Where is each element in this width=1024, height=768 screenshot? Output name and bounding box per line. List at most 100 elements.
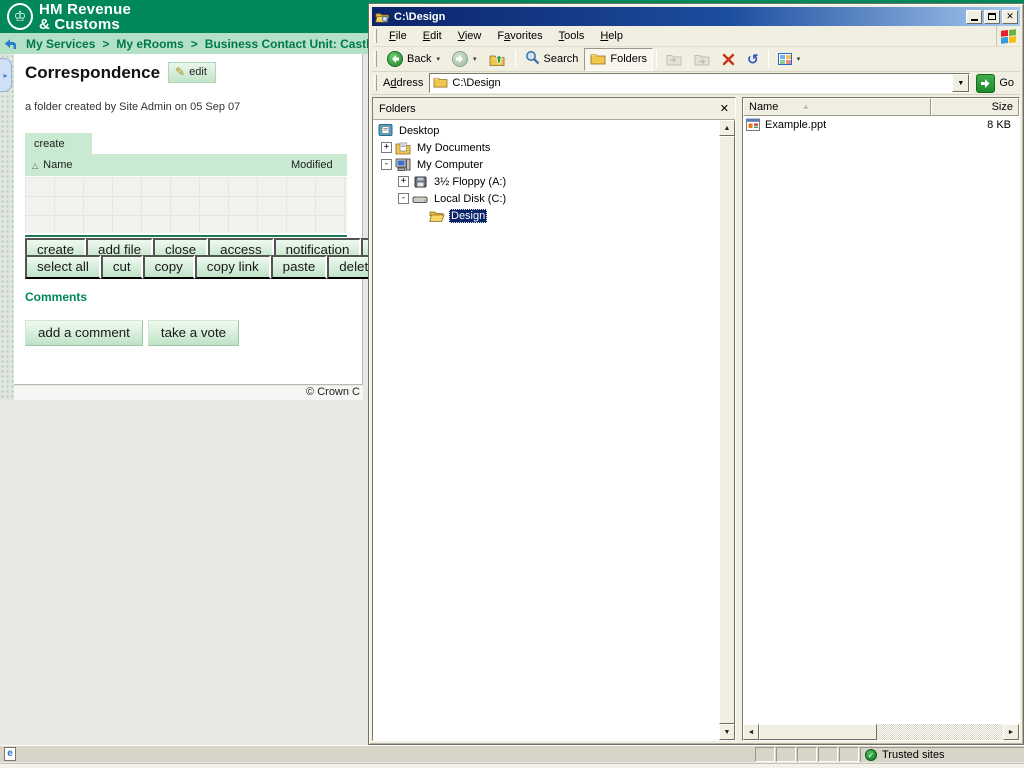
copy-button[interactable]: copy [143,255,195,279]
explorer-menubar: File Edit View Favorites Tools Help [372,26,1020,47]
tree-item-label: My Documents [415,141,492,155]
scroll-up-icon[interactable]: ▲ [719,120,735,136]
copy-link-button[interactable]: copy link [195,255,271,279]
move-to-icon [666,52,682,66]
menu-tools[interactable]: Tools [551,28,593,45]
sort-triangle-icon[interactable]: △ [32,161,38,170]
scrollbar-thumb[interactable] [719,136,735,724]
breadcrumb-item-business-contact-unit[interactable]: Business Contact Unit: Castleroy [205,37,395,51]
folders-pane: Folders ✕ Desktop + My Documents - [372,97,736,741]
scroll-right-icon[interactable]: ► [1003,724,1019,740]
folder-description: a folder created by Site Admin on 05 Sep… [25,101,240,113]
open-folder-icon [429,208,445,224]
tree-item-design[interactable]: Design [373,207,719,224]
tree-item-label: Desktop [397,124,441,138]
search-button[interactable]: Search [519,47,585,71]
folders-button[interactable]: Folders [584,48,653,71]
go-label[interactable]: Go [999,77,1014,89]
breadcrumb-separator: > [102,37,109,51]
cut-button[interactable]: cut [101,255,143,279]
tree-item-my-documents[interactable]: + My Documents [373,139,719,156]
eroom-file-list-empty [25,177,347,233]
search-icon [525,50,540,68]
folders-pane-close-icon[interactable]: ✕ [720,102,729,115]
menubar-grip[interactable] [374,29,377,43]
tree-item-desktop[interactable]: Desktop [373,122,719,139]
page-title: Correspondence [25,63,160,83]
forward-dropdown-icon[interactable]: ▾ [473,55,477,63]
statusbar-cell [839,747,859,762]
tree-item-label: Local Disk (C:) [432,192,508,206]
copy-to-icon [694,52,710,66]
views-button[interactable]: ▾ [772,50,807,68]
sidebar-expand-tab[interactable]: ▸ [0,58,12,92]
move-to-button[interactable] [660,49,688,69]
crown-copyright: © Crown C [14,386,363,400]
paste-button[interactable]: paste [271,255,328,279]
create-tab[interactable]: create [25,133,92,154]
undo-button[interactable]: ↺ [741,49,765,69]
scrollbar-thumb[interactable] [759,724,877,740]
tree-expander-plus[interactable]: + [398,176,409,187]
folders-pane-header: Folders ✕ [373,98,735,120]
tree-item-local-disk-c[interactable]: - Local Disk (C:) [373,190,719,207]
folders-pane-title: Folders [379,103,720,115]
tree-expander-minus[interactable]: - [381,159,392,170]
close-window-button[interactable]: ✕ [1002,10,1018,24]
toolbar-grip[interactable] [374,51,377,68]
add-comment-button[interactable]: add a comment [25,320,143,346]
take-vote-button[interactable]: take a vote [148,320,239,346]
minimize-button[interactable] [966,10,982,24]
address-dropdown-button[interactable]: ▼ [952,74,969,92]
taskbar-edge [0,763,1024,768]
menu-edit[interactable]: Edit [415,28,450,45]
tree-expander-minus[interactable]: - [398,193,409,204]
tree-item-label: 3½ Floppy (A:) [432,175,508,189]
folders-vertical-scrollbar[interactable]: ▲ ▼ [719,120,735,740]
file-size: 8 KB [931,119,1019,131]
menu-view[interactable]: View [450,28,490,45]
back-dropdown-icon[interactable]: ▾ [436,55,440,63]
powerpoint-file-icon [746,118,761,132]
my-computer-icon [395,157,411,173]
window-title: C:\Design [394,11,964,23]
up-button[interactable] [483,49,512,70]
statusbar-cell [755,747,775,762]
explorer-folder-icon [375,10,390,24]
tree-item-floppy-a[interactable]: + 3½ Floppy (A:) [373,173,719,190]
menu-file[interactable]: File [381,28,415,45]
files-horizontal-scrollbar[interactable]: ◄ ► [743,724,1019,740]
explorer-toolbar: Back ▾ ▾ Search Folders ↺ [372,47,1020,72]
tree-item-my-computer[interactable]: - My Computer [373,156,719,173]
maximize-button[interactable] [984,10,1000,24]
column-header-modified[interactable]: Modified [291,159,347,171]
go-button[interactable] [976,74,995,93]
breadcrumb-back-arrow-icon[interactable] [4,38,17,50]
back-button[interactable]: Back ▾ [381,48,446,70]
tree-expander-plus[interactable]: + [381,142,392,153]
column-header-name[interactable]: Name ▲ [743,98,931,116]
address-input[interactable]: C:\Design ▼ [429,73,970,93]
undo-icon: ↺ [747,52,759,66]
views-dropdown-icon[interactable]: ▾ [797,55,801,63]
address-label: Address [381,77,429,89]
scroll-down-icon[interactable]: ▼ [719,724,735,740]
menu-favorites[interactable]: Favorites [489,28,550,45]
explorer-titlebar[interactable]: C:\Design ✕ [372,7,1020,26]
select-all-button[interactable]: select all [25,255,101,279]
breadcrumb-item-my-erooms[interactable]: My eRooms [116,37,183,51]
forward-button[interactable]: ▾ [446,48,483,70]
breadcrumb-separator: > [191,37,198,51]
scroll-left-icon[interactable]: ◄ [743,724,759,740]
copy-to-button[interactable] [688,49,716,69]
column-header-name[interactable]: Name [43,159,291,171]
statusbar-cell [776,747,796,762]
column-header-size[interactable]: Size [931,98,1019,116]
breadcrumb-item-my-services[interactable]: My Services [26,37,95,51]
edit-button[interactable]: ✎ edit [168,62,216,83]
hmrc-crown-logo-icon: ♔ [7,3,33,30]
file-row-example-ppt[interactable]: Example.ppt 8 KB [743,116,1019,133]
addressbar-grip[interactable] [374,75,377,90]
delete-button-explorer[interactable] [716,50,741,69]
menu-help[interactable]: Help [592,28,631,45]
